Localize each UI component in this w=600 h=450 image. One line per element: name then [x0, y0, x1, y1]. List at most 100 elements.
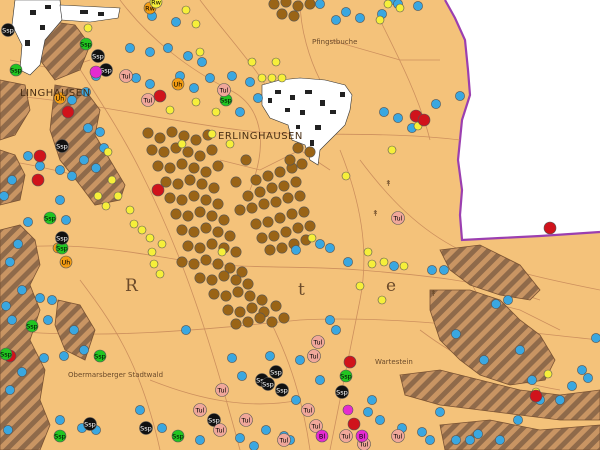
brown-dot-marker[interactable]: [262, 216, 274, 228]
uh-marker[interactable]: Uh: [171, 77, 185, 91]
yellow-dot-marker[interactable]: [157, 239, 167, 249]
blue-dot-marker[interactable]: [343, 257, 353, 267]
blue-dot-marker[interactable]: [197, 57, 207, 67]
brown-dot-marker[interactable]: [266, 182, 278, 194]
brown-dot-marker[interactable]: [154, 132, 166, 144]
blue-dot-marker[interactable]: [261, 425, 271, 435]
blue-dot-marker[interactable]: [375, 415, 385, 425]
brown-dot-marker[interactable]: [170, 208, 182, 220]
brown-dot-marker[interactable]: [246, 202, 258, 214]
blue-dot-marker[interactable]: [227, 353, 237, 363]
blue-dot-marker[interactable]: [583, 373, 593, 383]
blue-dot-marker[interactable]: [39, 353, 49, 363]
brown-dot-marker[interactable]: [200, 194, 212, 206]
blue-dot-marker[interactable]: [363, 407, 373, 417]
blue-dot-marker[interactable]: [515, 345, 525, 355]
brown-dot-marker[interactable]: [254, 312, 266, 324]
brown-dot-marker[interactable]: [176, 194, 188, 206]
brown-dot-marker[interactable]: [212, 160, 224, 172]
blue-dot-marker[interactable]: [495, 435, 505, 445]
brown-dot-marker[interactable]: [200, 166, 212, 178]
brown-dot-marker[interactable]: [206, 274, 218, 286]
blue-dot-marker[interactable]: [145, 47, 155, 57]
red-dot-marker[interactable]: [343, 355, 357, 369]
yellow-dot-marker[interactable]: [375, 15, 385, 25]
brown-dot-marker[interactable]: [292, 222, 304, 234]
blue-dot-marker[interactable]: [455, 91, 465, 101]
blue-dot-marker[interactable]: [291, 245, 301, 255]
blue-dot-marker[interactable]: [79, 345, 89, 355]
brown-dot-marker[interactable]: [222, 304, 234, 316]
ssp-black-marker[interactable]: Ssp: [261, 377, 275, 391]
blue-dot-marker[interactable]: [435, 407, 445, 417]
blue-dot-marker[interactable]: [7, 315, 17, 325]
blue-dot-marker[interactable]: [291, 395, 301, 405]
blue-dot-marker[interactable]: [473, 429, 483, 439]
blue-dot-marker[interactable]: [235, 433, 245, 443]
brown-dot-marker[interactable]: [188, 226, 200, 238]
brown-dot-marker[interactable]: [184, 174, 196, 186]
blue-dot-marker[interactable]: [35, 161, 45, 171]
blue-dot-marker[interactable]: [79, 155, 89, 165]
brown-dot-marker[interactable]: [152, 160, 164, 172]
brown-dot-marker[interactable]: [158, 146, 170, 158]
blue-dot-marker[interactable]: [67, 171, 77, 181]
red-dot-marker[interactable]: [417, 113, 431, 127]
brown-dot-marker[interactable]: [256, 232, 268, 244]
brown-dot-marker[interactable]: [242, 190, 254, 202]
blue-dot-marker[interactable]: [47, 295, 57, 305]
magenta-dot-marker[interactable]: [342, 404, 354, 416]
brown-dot-marker[interactable]: [264, 244, 276, 256]
blue-dot-marker[interactable]: [35, 293, 45, 303]
blue-dot-marker[interactable]: [431, 99, 441, 109]
tul-marker[interactable]: Tul: [213, 423, 227, 437]
brown-dot-marker[interactable]: [208, 288, 220, 300]
blue-dot-marker[interactable]: [367, 395, 377, 405]
blue-dot-marker[interactable]: [61, 215, 71, 225]
yellow-dot-marker[interactable]: [257, 73, 267, 83]
brown-dot-marker[interactable]: [274, 166, 286, 178]
brown-dot-marker[interactable]: [176, 256, 188, 268]
tul-marker[interactable]: Tul: [391, 211, 405, 225]
brown-dot-marker[interactable]: [298, 206, 310, 218]
blue-dot-marker[interactable]: [5, 385, 15, 395]
ssp-green-marker[interactable]: Ssp: [0, 347, 13, 361]
tul-marker[interactable]: Tul: [391, 429, 405, 443]
brown-dot-marker[interactable]: [194, 150, 206, 162]
brown-dot-marker[interactable]: [234, 306, 246, 318]
tul-marker[interactable]: Tul: [301, 403, 315, 417]
yellow-dot-marker[interactable]: [247, 57, 257, 67]
brown-dot-marker[interactable]: [282, 192, 294, 204]
brown-dot-marker[interactable]: [250, 218, 262, 230]
brown-dot-marker[interactable]: [290, 176, 302, 188]
ssp-green-marker[interactable]: Ssp: [9, 63, 23, 77]
blue-dot-marker[interactable]: [125, 43, 135, 53]
yellow-dot-marker[interactable]: [377, 295, 387, 305]
ssp-black-marker[interactable]: Ssp: [269, 365, 283, 379]
brown-dot-marker[interactable]: [218, 270, 230, 282]
blue-dot-marker[interactable]: [417, 427, 427, 437]
bl-marker[interactable]: Bl: [315, 429, 329, 443]
brown-dot-marker[interactable]: [166, 126, 178, 138]
ssp-green-marker[interactable]: Ssp: [171, 429, 185, 443]
brown-dot-marker[interactable]: [296, 158, 308, 170]
magenta-dot-marker[interactable]: [89, 65, 103, 79]
bl-marker[interactable]: Bl: [355, 429, 369, 443]
brown-dot-marker[interactable]: [280, 226, 292, 238]
yellow-dot-marker[interactable]: [195, 47, 205, 57]
blue-dot-marker[interactable]: [393, 113, 403, 123]
brown-dot-marker[interactable]: [188, 190, 200, 202]
yellow-dot-marker[interactable]: [207, 129, 217, 139]
brown-dot-marker[interactable]: [194, 206, 206, 218]
tul-marker[interactable]: Tul: [339, 429, 353, 443]
red-dot-marker[interactable]: [151, 183, 165, 197]
blue-dot-marker[interactable]: [503, 295, 513, 305]
brown-dot-marker[interactable]: [182, 146, 194, 158]
red-dot-marker[interactable]: [33, 149, 47, 163]
brown-dot-marker[interactable]: [274, 212, 286, 224]
blue-dot-marker[interactable]: [171, 17, 181, 27]
ssp-green-marker[interactable]: Ssp: [43, 211, 57, 225]
ssp-green-marker[interactable]: Ssp: [53, 429, 67, 443]
ssp-green-marker[interactable]: Ssp: [25, 319, 39, 333]
blue-dot-marker[interactable]: [69, 325, 79, 335]
